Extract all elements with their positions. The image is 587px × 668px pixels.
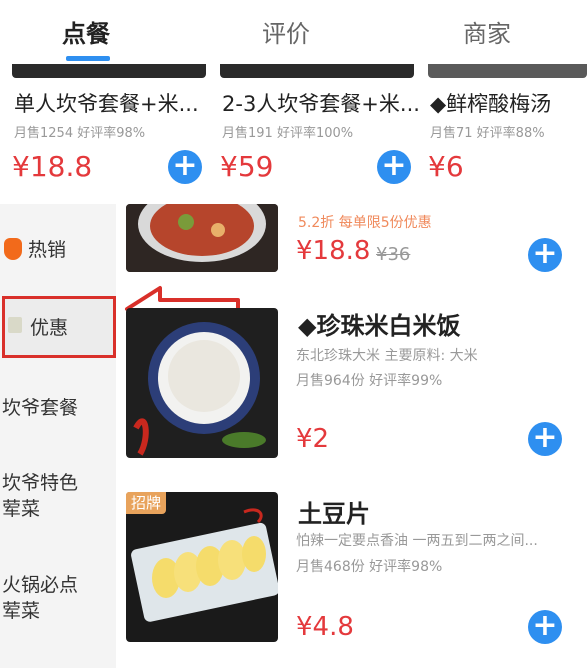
coupon-icon	[8, 317, 22, 333]
sidebar-item-set-meal[interactable]: 坎爷套餐	[2, 393, 114, 423]
recommended-price: ¥18.8	[12, 150, 93, 183]
dish-image[interactable]	[126, 492, 278, 642]
original-price: ¥36	[376, 244, 411, 265]
dish-image[interactable]	[126, 204, 278, 272]
dish-title[interactable]: ◆珍珠米白米饭	[298, 306, 460, 341]
recommended-image[interactable]	[428, 64, 587, 78]
dish-sales: 月售468份 好评率98%	[296, 559, 443, 575]
recommended-image[interactable]	[12, 64, 206, 78]
dish-price: ¥18.8	[296, 236, 371, 266]
recommended-name[interactable]: 单人坎爷套餐+米...	[14, 88, 199, 118]
add-button[interactable]: +	[528, 238, 562, 272]
add-button[interactable]: +	[528, 422, 562, 456]
dish-sales: 月售964份 好评率99%	[296, 373, 443, 389]
sidebar-item-hotpot-meat[interactable]: 火锅必点荤菜	[2, 572, 82, 624]
dish-description: 东北珍珠大米 主要原料: 大米	[296, 348, 478, 364]
signature-badge: 招牌	[126, 492, 166, 514]
recommended-meta: 月售1254 好评率98%	[14, 126, 146, 141]
recommended-meta: 月售71 好评率88%	[430, 126, 545, 141]
sidebar-item-hot[interactable]: 热销	[28, 235, 116, 265]
add-button[interactable]: +	[377, 150, 411, 184]
recommended-price: ¥6	[428, 150, 464, 183]
recommended-meta: 月售191 好评率100%	[222, 126, 354, 141]
recommended-name[interactable]: ◆鲜榨酸梅汤	[430, 88, 551, 118]
promo-tag: 5.2折 每单限5份优惠	[298, 215, 432, 231]
tab-merchant[interactable]: 商家	[463, 14, 511, 49]
recommended-name[interactable]: 2-3人坎爷套餐+米...	[222, 88, 420, 118]
dish-description: 怕辣一定要点香油 一两五到二两之间...	[296, 533, 538, 549]
recommended-image[interactable]	[220, 64, 414, 78]
add-button[interactable]: +	[168, 150, 202, 184]
dish-price: ¥4.8	[296, 612, 354, 642]
add-button[interactable]: +	[528, 610, 562, 644]
dish-image[interactable]	[126, 308, 278, 458]
sidebar-item-discount[interactable]: 优惠	[30, 313, 110, 343]
dish-title[interactable]: 土豆片	[298, 494, 370, 529]
active-tab-indicator	[66, 56, 110, 61]
tab-reviews[interactable]: 评价	[262, 14, 310, 49]
tab-order[interactable]: 点餐	[62, 14, 110, 49]
recommended-price: ¥59	[220, 150, 274, 183]
dish-price: ¥2	[296, 424, 330, 454]
tab-bar: 点餐 评价 商家	[0, 0, 587, 64]
flame-icon	[4, 238, 22, 260]
sidebar-item-special-meat[interactable]: 坎爷特色荤菜	[2, 470, 82, 522]
